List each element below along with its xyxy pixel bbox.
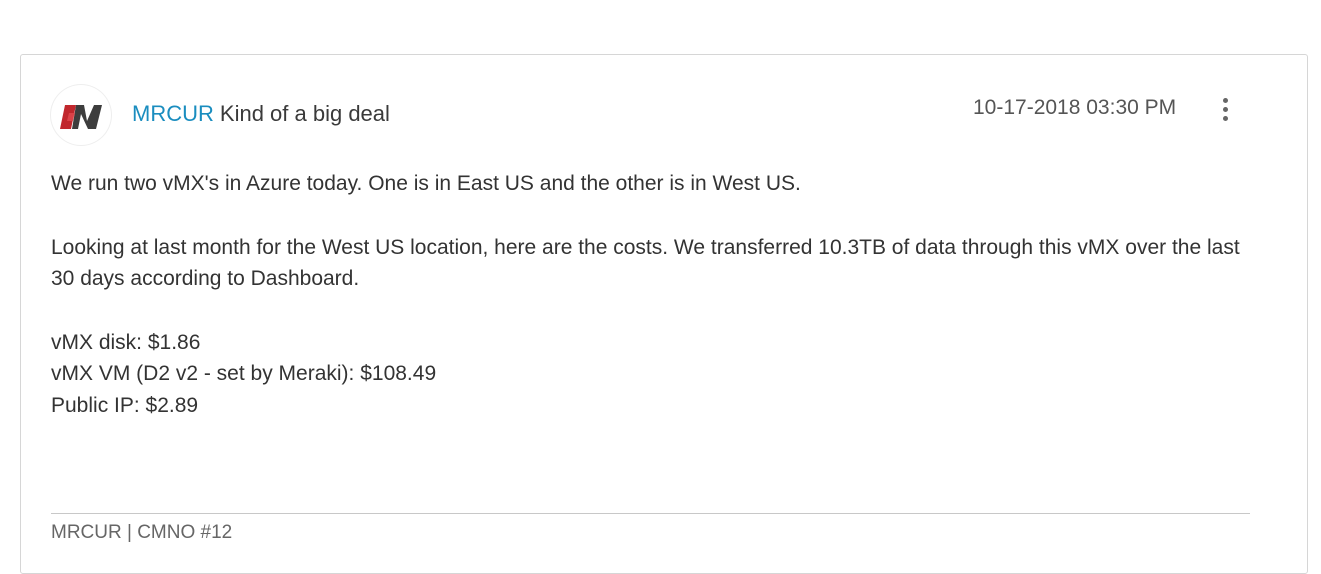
signature-divider (51, 513, 1250, 514)
cost-line-vm: vMX VM (D2 v2 - set by Meraki): $108.49 (51, 362, 437, 385)
body-paragraph: Looking at last month for the West US lo… (51, 235, 1240, 291)
post-options-button[interactable] (1215, 95, 1237, 123)
author-signature: MRCUR | CMNO #12 (51, 522, 233, 543)
forum-post-card: MRCUR Kind of a big deal 10-17-2018 03:30… (20, 54, 1308, 574)
author-avatar[interactable] (51, 85, 111, 145)
body-paragraph: We run two vMX's in Azure today. One is … (51, 172, 801, 195)
post-body: We run two vMX's in Azure today. One is … (51, 168, 1251, 421)
cost-line-public-ip: Public IP: $2.89 (51, 393, 199, 417)
cost-line-disk: vMX disk: $1.86 (51, 330, 201, 354)
post-date: 10-17-2018 03:30 PM (973, 96, 1177, 119)
author-line: MRCUR Kind of a big deal (132, 100, 390, 128)
author-name-link[interactable]: MRCUR (132, 101, 214, 126)
author-rank: Kind of a big deal (219, 101, 390, 126)
meraki-logo-avatar-icon (60, 105, 102, 129)
